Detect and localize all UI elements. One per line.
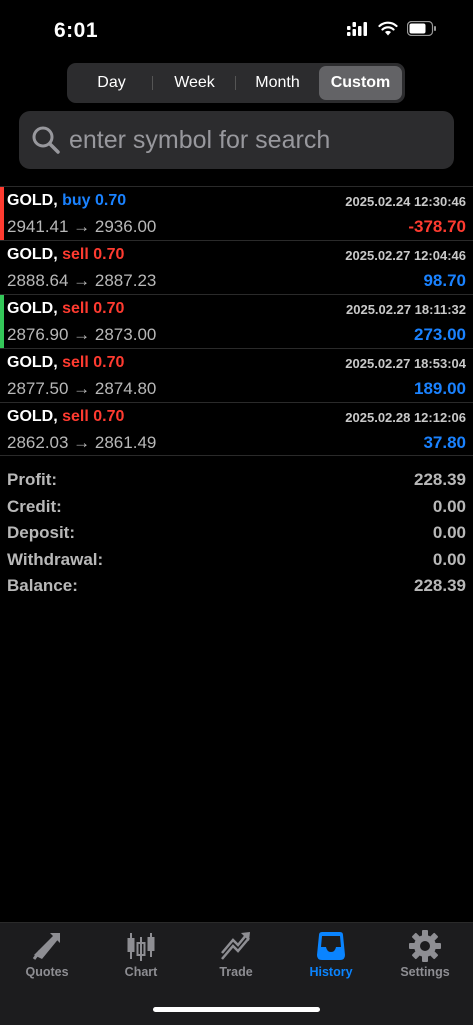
deal-profit: 189.00 [414,379,466,398]
summary-label: Withdrawal: [7,549,104,569]
tab-label: Trade [219,965,253,979]
wifi-icon [378,21,398,36]
search-icon [32,126,60,154]
period-segmented-control: Day Week Month Custom [67,63,405,103]
deal-profit: 98.70 [423,271,466,290]
tab-quotes[interactable]: Quotes [0,929,94,993]
deal-profit: 37.80 [423,433,466,452]
quotes-icon [32,933,60,960]
summary-label: Profit: [7,470,58,489]
deal-prices: 2888.64 → 2887.23 [7,271,157,290]
deal-prices: 2941.41 → 2936.00 [7,217,157,236]
tab-trade[interactable]: Trade [189,929,283,993]
deal-profit: -378.70 [408,217,466,236]
deal-time: 2025.02.27 12:04:46 [345,248,466,263]
tab-custom[interactable]: Custom [319,66,402,100]
summary-value: 0.00 [432,523,466,542]
deal-symbol: GOLD, [7,354,58,371]
deal-marker [0,187,4,241]
deals-list: GOLD, buy 0.70 2941.41 → 2936.00 2025.02… [0,186,473,456]
deal-time: 2025.02.27 18:11:32 [346,302,466,317]
deal-marker [0,295,4,349]
deal-side: buy 0.70 [62,192,127,209]
gear-icon [409,930,441,962]
tab-week[interactable]: Week [153,66,236,100]
deal-side: sell 0.70 [62,246,125,263]
deal-symbol: GOLD, [7,300,58,317]
status-bar: 6:01 [0,0,473,60]
tab-day[interactable]: Day [70,66,153,100]
summary-value: 228.39 [414,470,466,489]
tab-label: History [309,965,353,979]
status-icons [347,21,437,36]
summary-label: Credit: [7,496,62,516]
deal-symbol: GOLD, [7,408,58,425]
summary-value: 0.00 [432,549,466,569]
deal-time: 2025.02.27 18:53:04 [345,356,466,371]
summary-label: Deposit: [7,523,75,542]
deal-side: sell 0.70 [62,408,125,425]
tab-chart[interactable]: Chart [94,929,188,993]
battery-icon [407,21,436,36]
deal-prices: 2862.03 → 2861.49 [7,433,157,452]
tab-history[interactable]: History [284,929,378,993]
deal-time: 2025.02.24 12:30:46 [345,194,466,209]
tab-settings[interactable]: Settings [378,929,472,993]
deal-row[interactable]: GOLD, sell 0.70 2877.50 → 2874.80 2025.0… [0,348,473,402]
home-indicator [153,1007,320,1012]
deal-prices: 2876.90 → 2873.00 [7,325,157,344]
candlestick-chart-icon [127,933,155,961]
deal-symbol: GOLD, [7,246,58,263]
summary-profit-row: Profit: 228.39 [0,467,473,494]
deal-profit: 273.00 [414,325,466,344]
summary-value: 0.00 [432,496,466,516]
deal-side: sell 0.70 [62,300,125,317]
account-summary: Profit: 228.39 Credit: 0.00 Deposit: 0.0… [0,467,473,600]
tab-label: Chart [124,965,158,979]
deal-row[interactable]: GOLD, sell 0.70 2876.90 → 2873.00 2025.0… [0,294,473,349]
deal-symbol: GOLD, [7,192,58,209]
deal-time: 2025.02.28 12:12:06 [345,410,466,425]
deal-prices: 2877.50 → 2874.80 [7,379,157,398]
search-placeholder: enter symbol for search [69,125,331,154]
summary-balance-row: Balance: 228.39 [0,573,473,600]
trade-icon [221,932,250,960]
deal-row[interactable]: GOLD, sell 0.70 2888.64 → 2887.23 2025.0… [0,240,473,294]
summary-label: Balance: [7,576,78,595]
inbox-tray-icon [317,932,345,960]
deal-row[interactable]: GOLD, sell 0.70 2862.03 → 2861.49 2025.0… [0,402,473,456]
deal-side: sell 0.70 [62,354,125,371]
tab-label: Settings [400,965,450,979]
tab-label: Quotes [25,965,69,979]
cellular-signal-icon [347,21,367,36]
summary-credit-row: Credit: 0.00 [0,494,473,521]
tab-month[interactable]: Month [236,66,319,100]
summary-deposit-row: Deposit: 0.00 [0,520,473,547]
search-field[interactable]: enter symbol for search [19,111,454,169]
status-time: 6:01 [54,19,99,42]
deal-row[interactable]: GOLD, buy 0.70 2941.41 → 2936.00 2025.02… [0,186,473,241]
summary-withdrawal-row: Withdrawal: 0.00 [0,547,473,574]
summary-value: 228.39 [414,576,466,595]
